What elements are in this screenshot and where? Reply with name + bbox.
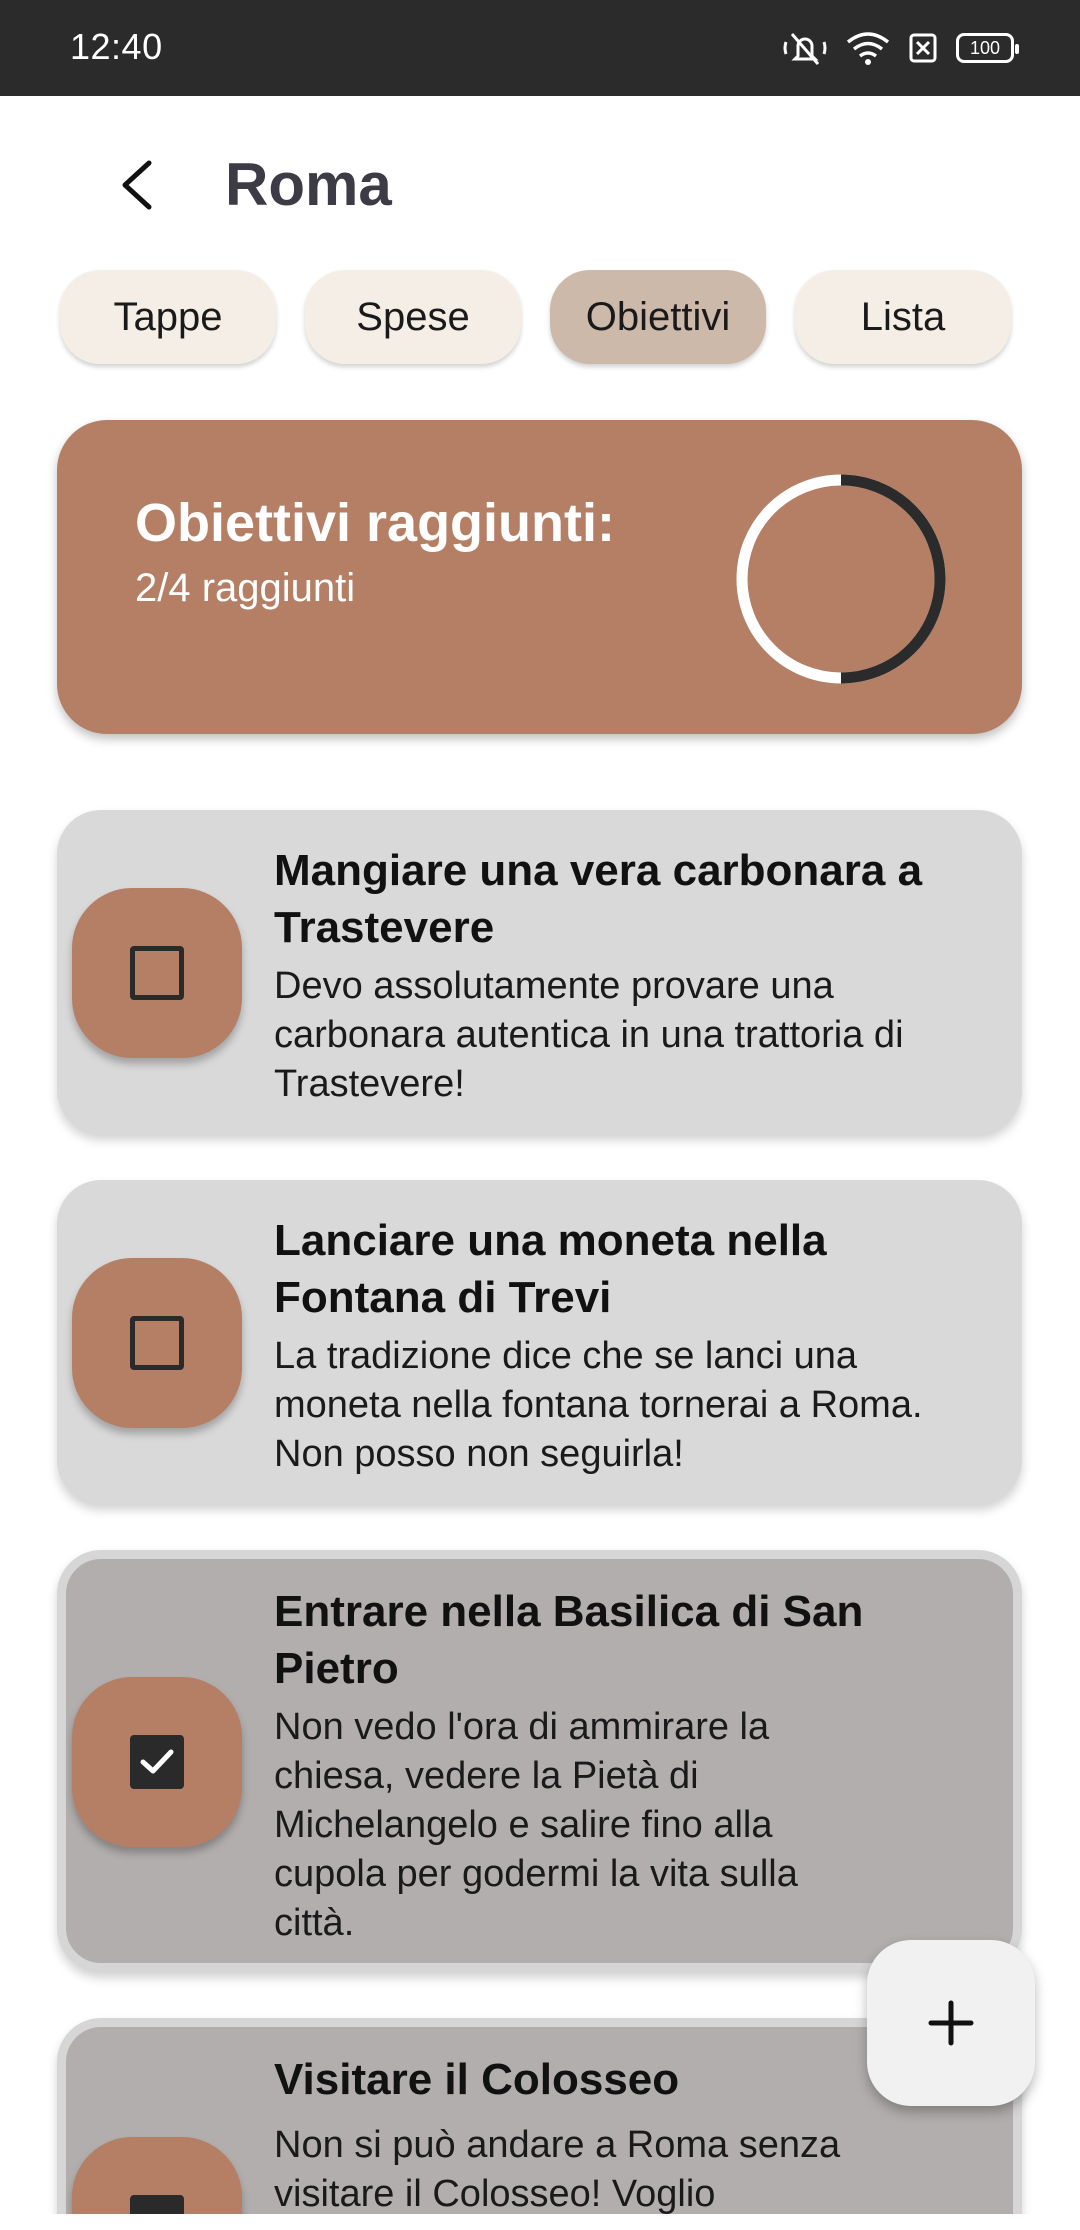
goal-description: Non vedo l'ora di ammirare la chiesa, ve…: [274, 1706, 798, 1944]
goal-title: Mangiare una vera carbonara a Trastevere: [274, 846, 923, 952]
goal-description: Non si può andare a Roma senza visitare …: [274, 2124, 841, 2215]
plus-icon: [928, 2000, 974, 2046]
silent-icon: [782, 28, 828, 68]
checkbox-unchecked-icon: [130, 1316, 184, 1370]
no-sim-icon: [908, 30, 938, 66]
goal-title: Entrare nella Basilica di San Pietro: [274, 1587, 864, 1693]
summary-title: Obiettivi raggiunti:: [135, 493, 615, 553]
goal-title: Lanciare una moneta nella Fontana di Tre…: [274, 1216, 827, 1322]
goal-toggle[interactable]: [72, 1677, 242, 1847]
progress-ring-fill: [840, 474, 946, 684]
chevron-left-icon: [122, 160, 152, 210]
goal-toggle[interactable]: [72, 1258, 242, 1428]
page-title: Roma: [225, 151, 392, 218]
tab-spese[interactable]: Spese: [305, 270, 521, 364]
goal-description: Devo assolutamente provare una carbonara…: [274, 965, 904, 1105]
battery-icon: 100: [956, 33, 1019, 63]
checkmark-icon: [140, 1749, 174, 1774]
tab-bar: Tappe Spese Obiettivi Lista: [60, 270, 1020, 364]
checkbox-checked-icon: [130, 1735, 184, 1789]
goal-card-completed: Entrare nella Basilica di San Pietro Non…: [57, 1550, 1022, 1972]
tab-lista[interactable]: Lista: [795, 270, 1011, 364]
status-icons: 100: [782, 28, 1019, 68]
progress-ring: [736, 474, 946, 684]
goals-summary-card: Obiettivi raggiunti: 2/4 raggiunti: [57, 420, 1022, 734]
tab-obiettivi[interactable]: Obiettivi: [550, 270, 766, 364]
status-bar: 12:40 100: [0, 0, 1080, 96]
goal-description: La tradizione dice che se lanci una mone…: [274, 1335, 923, 1475]
goal-card: Lanciare una moneta nella Fontana di Tre…: [57, 1180, 1022, 1504]
goal-toggle[interactable]: [72, 888, 242, 1058]
goal-card: Mangiare una vera carbonara a Trastevere…: [57, 810, 1022, 1134]
add-goal-button[interactable]: [867, 1940, 1035, 2106]
bottom-edge: [0, 2214, 1080, 2230]
back-button[interactable]: [104, 152, 170, 218]
wifi-icon: [846, 30, 890, 66]
summary-subtitle: 2/4 raggiunti: [135, 566, 356, 610]
status-time: 12:40: [70, 26, 163, 67]
tab-tappe[interactable]: Tappe: [60, 270, 276, 364]
checkbox-unchecked-icon: [130, 946, 184, 1000]
